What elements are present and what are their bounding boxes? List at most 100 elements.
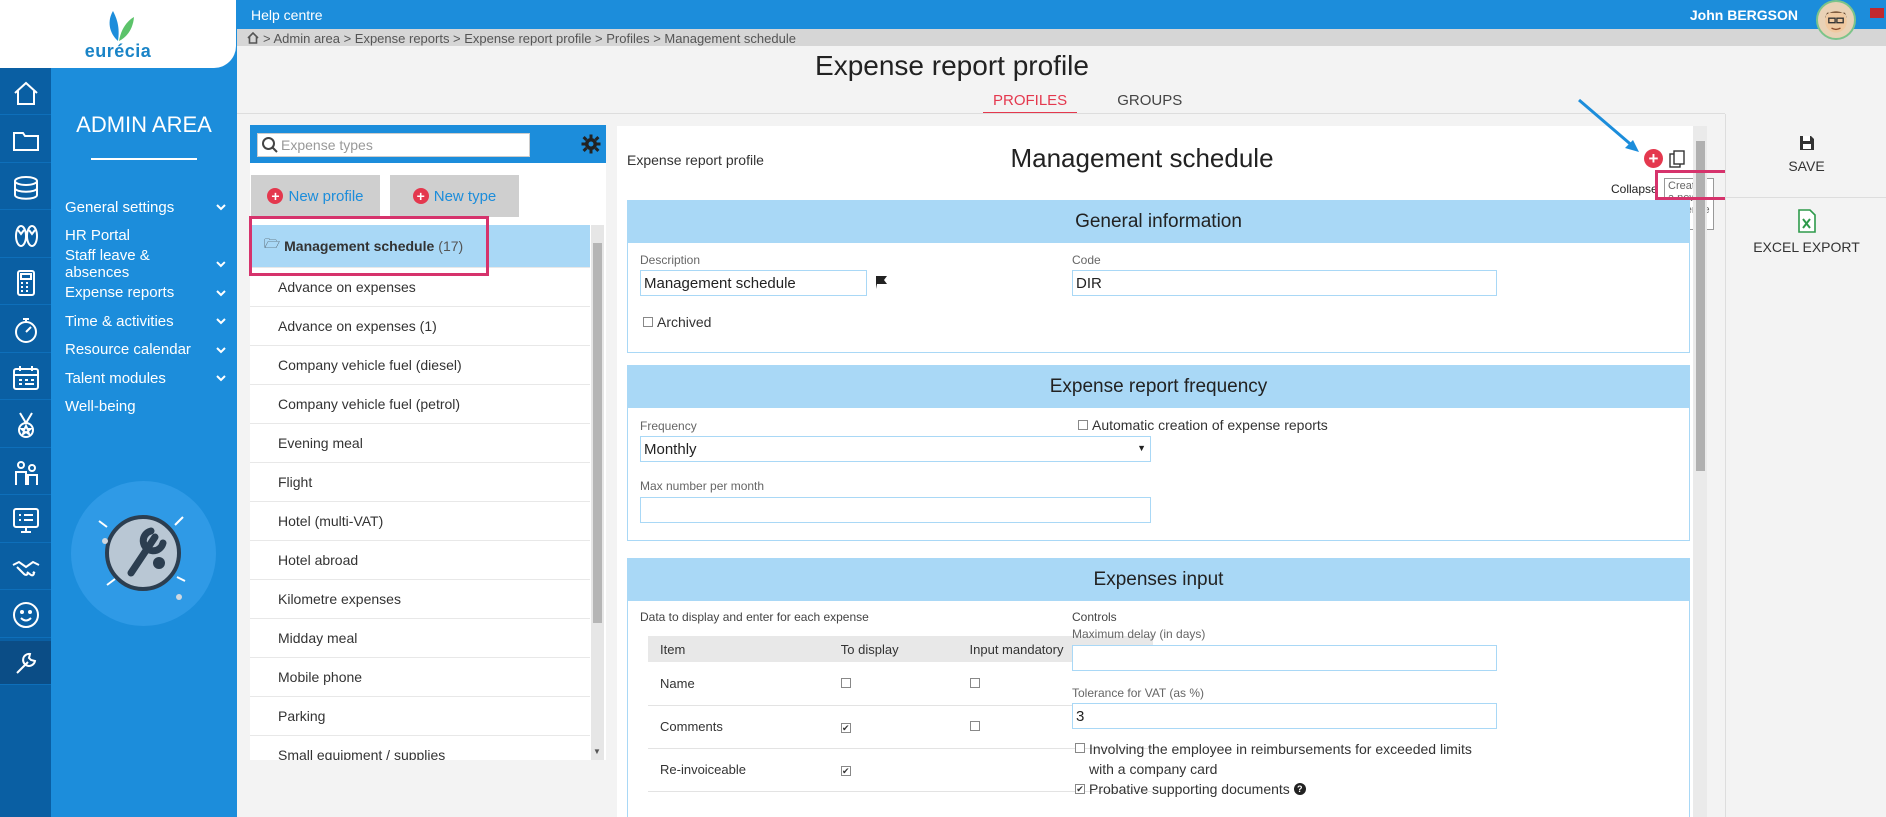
list-item[interactable]: Flight — [250, 463, 590, 502]
automatic-creation-row[interactable]: Automatic creation of expense reports — [1078, 417, 1328, 433]
list-item[interactable]: Small equipment / supplies — [250, 736, 590, 760]
home-icon — [13, 81, 38, 105]
chevron-down-icon[interactable] — [215, 201, 227, 213]
list-item[interactable]: Hotel abroad — [250, 541, 590, 580]
chevron-down-icon[interactable] — [215, 344, 227, 356]
page-title: Expense report profile — [815, 50, 1089, 81]
display-checkbox[interactable]: ✔ — [840, 766, 851, 776]
medal-icon — [17, 412, 34, 438]
floppy-disk-icon — [1799, 136, 1814, 150]
excel-export-label: EXCEL EXPORT — [1753, 239, 1860, 255]
chevron-down-icon[interactable] — [215, 258, 227, 270]
max-number-input[interactable] — [640, 497, 1151, 523]
gear-icon[interactable] — [580, 133, 602, 155]
excel-export-button[interactable]: EXCEL EXPORT — [1726, 209, 1886, 255]
tab-profiles[interactable]: PROFILES — [983, 92, 1078, 114]
mandatory-checkbox[interactable] — [969, 677, 980, 688]
rail-item-medal[interactable] — [0, 404, 51, 448]
add-expense-type-icon[interactable]: + — [1644, 149, 1663, 168]
list-item[interactable]: Kilometre expenses — [250, 580, 590, 619]
profile-title: Management schedule — [1010, 143, 1274, 173]
description-input[interactable] — [640, 270, 867, 296]
rail-item-stopwatch[interactable] — [0, 309, 51, 353]
new-type-button[interactable]: + New type — [390, 175, 519, 217]
list-item[interactable]: Advance on expenses (1) — [250, 307, 590, 346]
maximum-delay-input[interactable] — [1072, 645, 1497, 671]
tolerance-vat-input[interactable] — [1072, 703, 1497, 729]
copy-icon[interactable] — [1669, 150, 1685, 168]
new-type-label: New type — [433, 187, 497, 205]
rail-item-folder[interactable] — [0, 119, 51, 163]
list-scrollbar[interactable]: ▼ — [591, 225, 604, 760]
admin-menu-item[interactable]: Resource calendar — [51, 336, 237, 365]
help-centre-link[interactable]: Help centre — [251, 7, 323, 23]
display-checkbox[interactable] — [840, 677, 851, 688]
new-profile-label: New profile — [288, 187, 364, 205]
involving-employee-row[interactable]: Involving the employee in reimbursements… — [1075, 739, 1495, 779]
avatar[interactable] — [1816, 0, 1856, 40]
admin-menu-item[interactable]: Time & activities — [51, 307, 237, 336]
list-item[interactable]: Company vehicle fuel (diesel) — [250, 346, 590, 385]
archived-checkbox-row[interactable]: Archived — [643, 314, 711, 330]
list-item[interactable]: Evening meal — [250, 424, 590, 463]
breadcrumb: > Admin area > Expense reports > Expense… — [237, 29, 1886, 46]
search-input[interactable] — [281, 137, 521, 153]
rail-item-calendar[interactable] — [0, 356, 51, 400]
flag-icon[interactable] — [874, 274, 890, 290]
admin-menu-item[interactable]: Staff leave & absences — [51, 247, 237, 281]
language-flag-icon[interactable] — [1870, 8, 1884, 18]
new-profile-button[interactable]: + New profile — [251, 175, 380, 217]
breadcrumb-path[interactable]: > Admin area > Expense reports > Expense… — [263, 31, 796, 46]
list-item[interactable]: Hotel (multi-VAT) — [250, 502, 590, 541]
chevron-down-icon[interactable] — [215, 372, 227, 384]
admin-menu-item-label: Time & activities — [65, 312, 174, 330]
rail-item-people[interactable] — [0, 451, 51, 495]
rail-item-home[interactable] — [0, 71, 51, 115]
rail-item-wrench[interactable] — [0, 641, 51, 685]
list-item[interactable]: Parking — [250, 697, 590, 736]
mandatory-checkbox[interactable] — [969, 721, 980, 731]
scroll-down-icon[interactable]: ▼ — [593, 747, 601, 756]
admin-menu-item[interactable]: Talent modules — [51, 364, 237, 393]
detail-scrollbar[interactable] — [1693, 126, 1707, 817]
rail-item-coins[interactable] — [0, 166, 51, 210]
col-item: Item — [648, 636, 829, 662]
logo[interactable]: eurécia — [0, 0, 236, 68]
chevron-down-icon[interactable] — [215, 315, 227, 327]
display-checkbox[interactable]: ✔ — [840, 723, 851, 733]
search-box[interactable] — [257, 133, 530, 157]
tab-groups[interactable]: GROUPS — [1107, 92, 1192, 114]
rail-item-calculator[interactable] — [0, 261, 51, 305]
probative-documents-checkbox[interactable]: ✔ — [1075, 784, 1085, 794]
automatic-creation-checkbox[interactable] — [1078, 420, 1088, 430]
collapse-link[interactable]: Collapse — [1611, 182, 1658, 196]
admin-menu-item-label: General settings — [65, 198, 175, 216]
chevron-down-icon: ▼ — [1137, 443, 1146, 453]
list-item[interactable]: Midday meal — [250, 619, 590, 658]
admin-menu-item[interactable]: General settings — [51, 193, 237, 222]
list-scrollbar-thumb[interactable] — [593, 243, 602, 623]
home-icon[interactable] — [247, 32, 259, 44]
row-item-label: Re-invoiceable — [648, 748, 829, 792]
help-icon[interactable]: ? — [1293, 783, 1306, 795]
admin-menu-item[interactable]: Well-being — [51, 393, 237, 422]
rail-item-checklist-board[interactable] — [0, 499, 51, 543]
probative-documents-row[interactable]: ✔ Probative supporting documents ? — [1075, 781, 1306, 797]
chevron-down-icon[interactable] — [215, 287, 227, 299]
list-item[interactable]: Company vehicle fuel (petrol) — [250, 385, 590, 424]
code-input[interactable] — [1072, 270, 1497, 296]
rail-item-smiley[interactable] — [0, 594, 51, 638]
save-button[interactable]: SAVE — [1726, 134, 1886, 174]
admin-area-title: ADMIN AREA — [76, 112, 212, 137]
archived-checkbox[interactable] — [643, 317, 653, 327]
admin-menu-item[interactable]: HR Portal — [51, 222, 237, 251]
admin-menu-item[interactable]: Expense reports — [51, 279, 237, 308]
list-item[interactable]: Mobile phone — [250, 658, 590, 697]
involving-employee-checkbox[interactable] — [1075, 743, 1085, 753]
frequency-select[interactable]: Monthly ▼ — [640, 436, 1151, 462]
rail-item-sandals[interactable] — [0, 214, 51, 258]
admin-title-divider — [91, 158, 197, 160]
user-name[interactable]: John BERGSON — [1690, 7, 1798, 23]
general-information-section: General information Description Code Arc… — [627, 200, 1690, 353]
rail-item-handshake[interactable] — [0, 546, 51, 590]
